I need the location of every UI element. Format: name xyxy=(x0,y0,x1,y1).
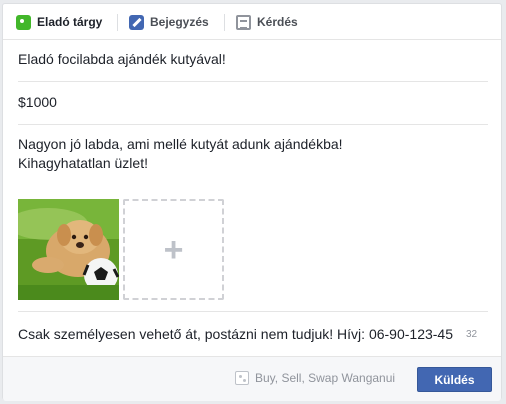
document-icon xyxy=(236,14,251,30)
pencil-icon xyxy=(129,14,144,30)
tab-sell-item-label: Eladó tárgy xyxy=(37,15,103,29)
dice-icon xyxy=(235,371,249,385)
divider xyxy=(18,124,488,125)
tab-divider xyxy=(117,14,118,31)
item-title-field[interactable]: Eladó focilabda ajándék kutyával! xyxy=(18,50,226,69)
tab-sell-item[interactable]: Eladó tárgy xyxy=(16,4,102,40)
description-field[interactable]: Nagyon jó labda, ami mellé kutyát adunk … xyxy=(18,135,478,173)
add-photo-button[interactable]: + xyxy=(123,199,224,300)
tab-question[interactable]: Kérdés xyxy=(236,4,298,40)
composer-footer: Buy, Sell, Swap Wanganui Küldés xyxy=(3,356,501,401)
sell-composer-card: Eladó tárgy Bejegyzés Kérdés Eladó focil… xyxy=(2,3,502,401)
group-name: Buy, Sell, Swap Wanganui xyxy=(255,371,396,385)
send-button[interactable]: Küldés xyxy=(417,367,492,392)
tab-post-label: Bejegyzés xyxy=(150,15,209,29)
divider xyxy=(18,311,488,312)
item-photo-thumbnail[interactable] xyxy=(18,199,119,300)
price-tag-icon xyxy=(16,14,31,30)
description-line: Nagyon jó labda, ami mellé kutyát adunk … xyxy=(18,136,343,152)
tab-post[interactable]: Bejegyzés xyxy=(129,4,209,40)
group-selector[interactable]: Buy, Sell, Swap Wanganui xyxy=(235,371,395,385)
description-line: Kihagyhatatlan üzlet! xyxy=(18,155,148,171)
tab-question-label: Kérdés xyxy=(257,15,298,29)
price-field[interactable]: $1000 xyxy=(18,93,57,112)
composer-tabs: Eladó tárgy Bejegyzés Kérdés xyxy=(3,4,501,40)
puppy-photo xyxy=(18,199,119,300)
character-counter: 32 xyxy=(466,329,478,340)
plus-icon: + xyxy=(163,230,184,269)
divider xyxy=(18,81,488,82)
tab-divider xyxy=(224,14,225,31)
pickup-info-input[interactable]: Csak személyesen vehető át, postázni nem… xyxy=(18,324,458,344)
